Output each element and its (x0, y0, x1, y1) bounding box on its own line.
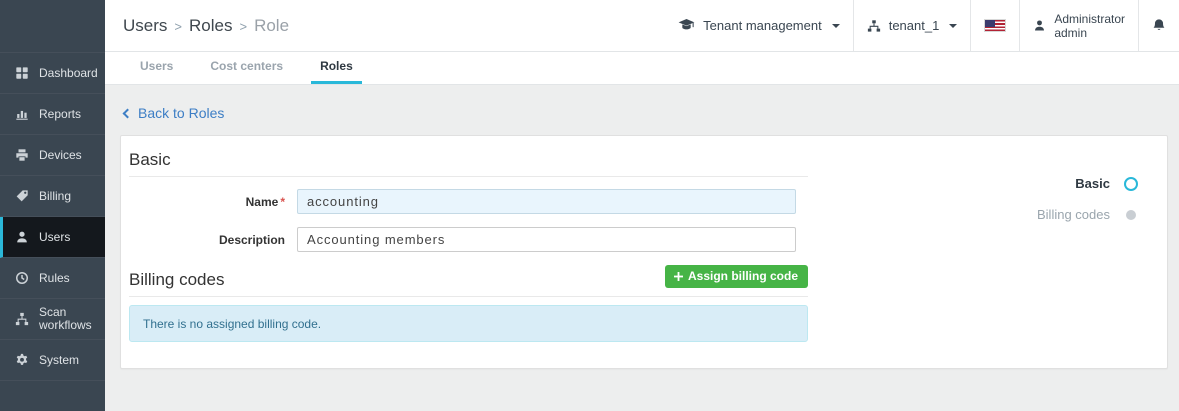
user-name-line1: Administrator (1054, 12, 1125, 26)
scrollspy-basic-label: Basic (1075, 176, 1110, 191)
sidebar-item-reports[interactable]: Reports (0, 94, 105, 135)
name-label: Name* (129, 195, 297, 209)
description-input[interactable] (297, 227, 796, 252)
assign-billing-code-label: Assign billing code (688, 269, 798, 283)
us-flag-icon (984, 19, 1006, 32)
dashboard-grid-icon (14, 66, 30, 80)
sidebar-item-label: Billing (39, 190, 71, 203)
notifications-button[interactable] (1138, 0, 1179, 51)
no-billing-code-alert: There is no assigned billing code. (129, 305, 808, 342)
plus-icon (674, 272, 683, 281)
tenant-management-dropdown[interactable]: Tenant management (665, 0, 853, 51)
user-person-icon (1033, 19, 1046, 32)
basic-section-title: Basic (129, 150, 171, 170)
sidebar-item-devices[interactable]: Devices (0, 135, 105, 176)
scrollspy-item-billing-codes[interactable]: Billing codes (1037, 207, 1139, 222)
breadcrumb-separator: > (174, 17, 182, 34)
required-asterisk: * (280, 195, 285, 209)
billing-codes-section-header: Billing codes Assign billing code (129, 265, 808, 297)
sidebar-item-dashboard[interactable]: Dashboard (0, 53, 105, 94)
tab-users[interactable]: Users (131, 52, 182, 84)
sidebar-top-spacer (0, 0, 105, 53)
basic-form: Name* Description (129, 177, 808, 252)
sidebar-item-system[interactable]: System (0, 340, 105, 381)
bell-icon (1152, 18, 1166, 33)
tab-roles[interactable]: Roles (311, 52, 362, 84)
scrollspy-billing-codes-label: Billing codes (1037, 207, 1110, 222)
sidebar-item-label: Reports (39, 108, 81, 121)
sidebar-item-scan-workflows[interactable]: Scan workflows (0, 299, 105, 340)
billing-codes-section-title: Billing codes (129, 270, 224, 290)
sidebar-item-label: Devices (39, 149, 82, 162)
section-scrollspy: Basic Billing codes (1037, 176, 1139, 238)
user-name-line2: admin (1054, 26, 1125, 40)
sidebar-item-users[interactable]: Users (0, 217, 105, 258)
user-name: Administrator admin (1054, 12, 1125, 40)
header-controls: Tenant management tenant_1 (665, 0, 1179, 51)
scrollspy-active-ring-icon (1122, 177, 1139, 191)
chevron-down-icon (832, 24, 840, 28)
language-selector[interactable] (970, 0, 1019, 51)
users-person-icon (14, 230, 30, 244)
assign-billing-code-button[interactable]: Assign billing code (665, 265, 808, 288)
breadcrumb-users[interactable]: Users (123, 16, 167, 36)
chevron-left-icon (123, 109, 133, 119)
sidebar-item-label: Users (39, 231, 70, 244)
tenant-management-label: Tenant management (703, 18, 822, 33)
app-root: Dashboard Reports Devices Billing Users (0, 0, 1179, 411)
breadcrumb-separator: > (239, 17, 247, 34)
tab-cost-centers[interactable]: Cost centers (201, 52, 292, 84)
reports-chart-icon (14, 107, 30, 121)
graduation-cap-icon (678, 19, 695, 32)
sidebar-item-label: Dashboard (39, 67, 98, 80)
sidebar-item-billing[interactable]: Billing (0, 176, 105, 217)
sidebar: Dashboard Reports Devices Billing Users (0, 0, 105, 411)
section-tabs: Users Cost centers Roles (105, 52, 1179, 85)
main-column: Users > Roles > Role Tenant management (105, 0, 1179, 411)
page-content: Back to Roles Basic Name* (105, 85, 1179, 411)
user-menu[interactable]: Administrator admin (1019, 0, 1138, 51)
chevron-down-icon (949, 24, 957, 28)
breadcrumb-roles[interactable]: Roles (189, 16, 232, 36)
back-link-label: Back to Roles (138, 105, 224, 121)
sidebar-item-label: Scan workflows (39, 306, 97, 332)
scrollspy-item-basic[interactable]: Basic (1037, 176, 1139, 191)
name-field-row: Name* (129, 189, 808, 214)
basic-section-header: Basic (129, 150, 808, 177)
devices-printer-icon (14, 148, 30, 162)
breadcrumb-role: Role (254, 16, 289, 36)
tenant-selector-dropdown[interactable]: tenant_1 (853, 0, 971, 51)
billing-tag-icon (14, 189, 30, 203)
description-field-row: Description (129, 227, 808, 252)
sidebar-item-label: Rules (39, 272, 70, 285)
sidebar-item-rules[interactable]: Rules (0, 258, 105, 299)
tenant-label: tenant_1 (889, 18, 940, 33)
description-label: Description (129, 233, 297, 247)
tenant-sitemap-icon (867, 19, 881, 33)
rules-clock-icon (14, 271, 30, 285)
scan-workflows-sitemap-icon (14, 312, 30, 326)
name-input[interactable] (297, 189, 796, 214)
breadcrumb: Users > Roles > Role (105, 0, 665, 51)
back-to-roles-link[interactable]: Back to Roles (124, 105, 224, 121)
role-detail-card: Basic Name* Description (120, 135, 1168, 369)
system-gear-icon (14, 353, 30, 367)
sidebar-item-label: System (39, 354, 79, 367)
top-header: Users > Roles > Role Tenant management (105, 0, 1179, 52)
scrollspy-inactive-dot-icon (1122, 210, 1139, 220)
role-form: Basic Name* Description (129, 150, 808, 342)
